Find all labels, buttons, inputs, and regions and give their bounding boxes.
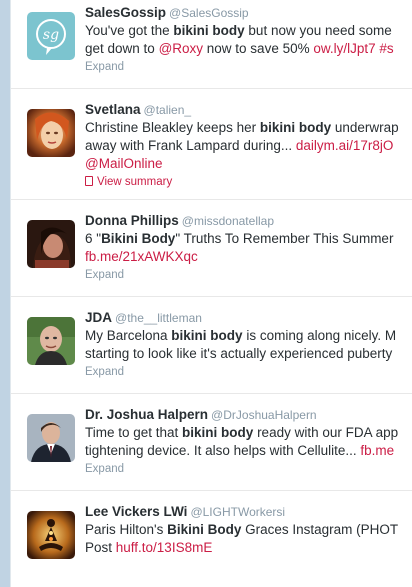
tweet-text: Graces Instagram (PHOT bbox=[241, 522, 399, 537]
tweet-text: now to save 50% bbox=[203, 41, 314, 56]
tweet-text: get down to bbox=[85, 41, 159, 56]
tweet-text: You've got the bbox=[85, 23, 174, 38]
tweet-text-line: My Barcelona bikini body is coming along… bbox=[85, 327, 412, 345]
tweet-link[interactable]: fb.me bbox=[360, 443, 394, 458]
document-icon bbox=[85, 176, 93, 186]
fullname[interactable]: Dr. Joshua Halpern bbox=[85, 407, 208, 422]
tweet-text-line: tightening device. It also helps with Ce… bbox=[85, 442, 412, 460]
fullname[interactable]: SalesGossip bbox=[85, 5, 166, 20]
username[interactable]: @DrJoshuaHalpern bbox=[211, 408, 317, 422]
tweet-text-line: Time to get that bikini body ready with … bbox=[85, 424, 412, 442]
username[interactable]: @LIGHTWorkersi bbox=[190, 505, 285, 519]
tweet-item[interactable]: JDA @the__littleman My Barcelona bikini b… bbox=[11, 297, 412, 394]
username[interactable]: @SalesGossip bbox=[169, 6, 249, 20]
expand-link[interactable]: Expand bbox=[85, 267, 412, 283]
tweet-text: is coming along nicely. M bbox=[242, 328, 397, 343]
highlighted-term: bikini body bbox=[259, 120, 332, 135]
tweet-link[interactable]: @MailOnline bbox=[85, 156, 162, 171]
tweet-link[interactable]: huff.to/13IS8mE bbox=[116, 540, 213, 555]
tweet-text-line: @MailOnline bbox=[85, 155, 412, 173]
avatar[interactable] bbox=[27, 109, 75, 157]
tweet-text: Christine Bleakley keeps her bbox=[85, 120, 260, 135]
tweet-item[interactable]: Lee Vickers LWi @LIGHTWorkersi Paris Hilt… bbox=[11, 491, 412, 587]
avatar[interactable]: sg bbox=[27, 12, 75, 60]
tweet-text: My Barcelona bbox=[85, 328, 172, 343]
tweet-text-line: get down to @Roxy now to save 50% ow.ly/… bbox=[85, 40, 412, 58]
tweet-text-line: You've got the bikini body but now you n… bbox=[85, 22, 412, 40]
tweet-link[interactable]: dailym.ai/17r8jO bbox=[296, 138, 394, 153]
username[interactable]: @talien_ bbox=[144, 103, 192, 117]
tweet-link[interactable]: #s bbox=[379, 41, 393, 56]
highlighted-term: bikini body bbox=[171, 328, 243, 343]
tweet-link[interactable]: @Roxy bbox=[159, 41, 203, 56]
tweet-item[interactable]: Donna Phillips @missdonatellap 6 "Bikini … bbox=[11, 200, 412, 297]
tweet-text: but now you need some bbox=[244, 23, 392, 38]
tweet-text: starting to look like it's actually expe… bbox=[85, 346, 393, 361]
fullname[interactable]: JDA bbox=[85, 310, 112, 325]
highlighted-term: Bikini Body bbox=[167, 522, 242, 537]
avatar[interactable] bbox=[27, 511, 75, 559]
view-summary-label: View summary bbox=[97, 176, 173, 188]
expand-link[interactable]: Expand bbox=[85, 59, 412, 75]
highlighted-term: bikini body bbox=[173, 23, 245, 38]
tweet-text: underwrap bbox=[331, 120, 399, 135]
username[interactable]: @missdonatellap bbox=[182, 214, 274, 228]
highlighted-term: bikini body bbox=[182, 425, 254, 440]
expand-link[interactable]: Expand bbox=[85, 461, 412, 477]
tweet-text-line: starting to look like it's actually expe… bbox=[85, 345, 412, 363]
view-summary-link[interactable]: View summary bbox=[85, 174, 412, 190]
tweet-text: ready with our FDA app bbox=[253, 425, 399, 440]
tweet-text-line: Christine Bleakley keeps her bikini body… bbox=[85, 119, 412, 137]
tweet-text: Time to get that bbox=[85, 425, 183, 440]
tweet-item[interactable]: sg SalesGossip @SalesGossip You've got th… bbox=[11, 0, 412, 89]
tweet-stream: sg SalesGossip @SalesGossip You've got th… bbox=[10, 0, 412, 587]
username[interactable]: @the__littleman bbox=[115, 311, 202, 325]
avatar[interactable] bbox=[27, 317, 75, 365]
tweet-text-line: fb.me/21xAWKXqc bbox=[85, 248, 412, 266]
tweet-text: Paris Hilton's bbox=[85, 522, 168, 537]
svg-text:sg: sg bbox=[43, 27, 59, 43]
tweet-text-line: Post huff.to/13IS8mE bbox=[85, 539, 412, 557]
tweet-text-line: away with Frank Lampard during... dailym… bbox=[85, 137, 412, 155]
tweet-text-line: Paris Hilton's Bikini Body Graces Instag… bbox=[85, 521, 412, 539]
tweet-text: 6 " bbox=[85, 231, 102, 246]
tweet-text: away with Frank Lampard during... bbox=[85, 138, 296, 153]
tweet-item[interactable]: Dr. Joshua Halpern @DrJoshuaHalpern Time … bbox=[11, 394, 412, 491]
tweet-link[interactable]: ow.ly/lJpt7 bbox=[313, 41, 375, 56]
fullname[interactable]: Donna Phillips bbox=[85, 213, 179, 228]
avatar[interactable] bbox=[27, 220, 75, 268]
tweet-text-line: 6 "Bikini Body" Truths To Remember This … bbox=[85, 230, 412, 248]
tweet-text: Post bbox=[85, 540, 116, 555]
fullname[interactable]: Svetlana bbox=[85, 102, 141, 117]
fullname[interactable]: Lee Vickers LWi bbox=[85, 504, 187, 519]
highlighted-term: Bikini Body bbox=[101, 231, 176, 246]
tweet-link[interactable]: fb.me/21xAWKXqc bbox=[85, 249, 198, 264]
avatar[interactable] bbox=[27, 414, 75, 462]
tweet-text: " Truths To Remember This Summer bbox=[175, 231, 394, 246]
tweet-text: tightening device. It also helps with Ce… bbox=[85, 443, 361, 458]
tweet-item[interactable]: Svetlana @talien_ Christine Bleakley keep… bbox=[11, 89, 412, 200]
expand-link[interactable]: Expand bbox=[85, 364, 412, 380]
